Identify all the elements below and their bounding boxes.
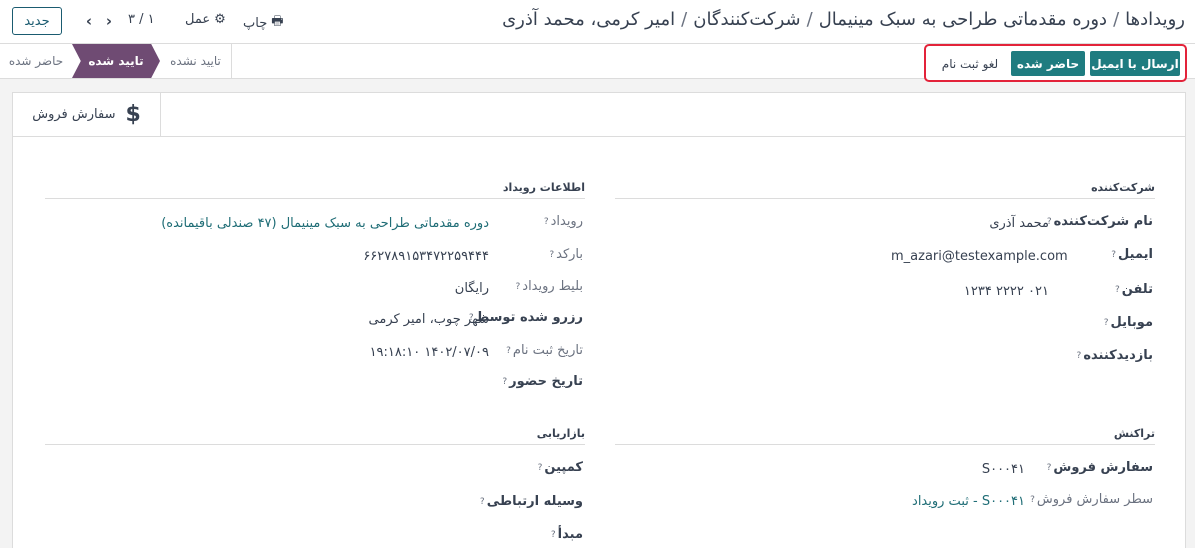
action-menu-button[interactable]: عمل ⚙ — [185, 12, 226, 27]
action-label: عمل — [185, 12, 211, 27]
help-icon[interactable]: ? — [1111, 250, 1116, 260]
breadcrumb-current: امیر کرمی، محمد آذری — [502, 9, 676, 30]
breadcrumb-separator: / — [1113, 9, 1120, 30]
control-panel: جدید ‹ › ۳ / ۱ عمل ⚙ چاپ 🖶 رویدادها / دو… — [0, 0, 1195, 44]
help-icon[interactable]: ? — [544, 217, 549, 227]
visitor-label-row: بازدیدکننده? — [1077, 348, 1153, 363]
marketing-section-title: بازاریابی — [45, 427, 585, 445]
barcode-value: ۶۶۲۷۸۹۱۵۳۴۷۲۲۵۹۴۴۴ — [363, 249, 489, 264]
event-label: رویداد — [550, 214, 583, 229]
source-label: مبدأ — [557, 527, 583, 542]
email-label: ایمیل — [1118, 247, 1153, 262]
new-button[interactable]: جدید — [12, 7, 62, 35]
phone-label-row: تلفن? — [1115, 282, 1153, 297]
dollar-icon: $ — [125, 102, 141, 127]
stage-confirmed[interactable]: تایید شده — [72, 44, 160, 78]
print-menu-button[interactable]: چاپ 🖶 — [243, 12, 284, 34]
email-label-row: ایمیل? — [1111, 247, 1153, 262]
attendee-section-title: شرکت‌کننده — [615, 181, 1155, 199]
help-icon[interactable]: ? — [480, 497, 485, 507]
attendee-name-label-row: نام شرکت‌کننده? — [1047, 214, 1153, 229]
campaign-label: کمپین — [544, 460, 583, 475]
phone-value[interactable]: ۰۲۱ ۲۲۲۲ ۱۲۳۴ — [964, 284, 1049, 299]
print-label: چاپ — [243, 15, 268, 31]
form-sheet: سفارش فروش $ شرکت‌کننده نام شرکت‌کننده? … — [12, 92, 1186, 548]
stage-attended[interactable]: حاضر شده — [0, 44, 72, 78]
cancel-registration-button[interactable]: لغو ثبت نام — [934, 51, 1006, 76]
status-bar: حاضر شده تایید شده تایید نشده ارسال با ا… — [0, 44, 1195, 82]
email-value[interactable]: m_azari@testexample.com — [891, 249, 1068, 264]
help-icon[interactable]: ? — [502, 377, 507, 387]
help-icon[interactable]: ? — [1077, 351, 1082, 361]
sale-order-label: سفارش فروش — [1053, 460, 1153, 475]
phone-label: تلفن — [1121, 282, 1153, 297]
gear-icon: ⚙ — [214, 12, 226, 27]
ticket-label-row: بلیط رویداد? — [516, 279, 584, 294]
sale-line-label-row: سطر سفارش فروش? — [1030, 492, 1153, 507]
medium-label-row: وسیله ارتباطی? — [480, 494, 583, 509]
breadcrumb-separator: / — [681, 9, 688, 30]
help-icon[interactable]: ? — [551, 530, 556, 540]
booked-by-value[interactable]: شهر چوب، امیر کرمی — [369, 312, 489, 327]
help-icon[interactable]: ? — [506, 346, 511, 356]
smart-buttons-row — [161, 93, 1185, 137]
breadcrumb-separator: / — [806, 9, 813, 30]
reg-date-value: ۱۴۰۲/۰۷/۰۹ ۱۹:۱۸:۱۰ — [369, 345, 489, 360]
medium-label: وسیله ارتباطی — [486, 494, 583, 509]
barcode-label-row: بارکد? — [549, 247, 583, 262]
transaction-section-title: تراکنش — [615, 427, 1155, 445]
barcode-label: بارکد — [556, 247, 583, 262]
pager-previous-icon[interactable]: ‹ — [80, 10, 98, 32]
sale-order-value[interactable]: S۰۰۰۴۱ — [982, 462, 1025, 477]
mobile-label-row: موبایل? — [1104, 315, 1153, 330]
sale-line-label: سطر سفارش فروش — [1036, 492, 1153, 507]
breadcrumb-event[interactable]: دوره مقدماتی طراحی به سبک مینیمال — [819, 9, 1107, 30]
help-icon[interactable]: ? — [549, 250, 554, 260]
help-icon[interactable]: ? — [538, 463, 543, 473]
campaign-label-row: کمپین? — [538, 460, 583, 475]
stage-unconfirmed[interactable]: تایید نشده — [160, 44, 232, 78]
sale-order-smart-button[interactable]: سفارش فروش $ — [13, 93, 161, 137]
ticket-value: رایگان — [454, 281, 489, 296]
reg-date-label: تاریخ ثبت نام — [512, 343, 583, 358]
help-icon[interactable]: ? — [1115, 285, 1120, 295]
booked-by-label: رزرو شده توسط — [475, 310, 583, 325]
source-label-row: مبدأ? — [551, 527, 583, 542]
header-button-group: ارسال با ایمیل حاضر شده لغو ثبت نام — [924, 44, 1187, 82]
attend-date-label-row: تاریخ حضور? — [502, 374, 583, 389]
ticket-label: بلیط رویداد — [522, 279, 583, 294]
event-label-row: رویداد? — [544, 214, 583, 229]
breadcrumb-events[interactable]: رویدادها — [1125, 9, 1185, 30]
breadcrumb-attendees[interactable]: شرکت‌کنندگان — [693, 9, 800, 30]
help-icon[interactable]: ? — [1047, 463, 1052, 473]
mobile-label: موبایل — [1110, 315, 1153, 330]
smart-button-label: سفارش فروش — [32, 107, 116, 122]
sale-order-label-row: سفارش فروش? — [1047, 460, 1153, 475]
help-icon[interactable]: ? — [1104, 318, 1109, 328]
send-email-button[interactable]: ارسال با ایمیل — [1090, 51, 1180, 76]
printer-icon: 🖶 — [271, 14, 284, 29]
reg-date-label-row: تاریخ ثبت نام? — [506, 343, 583, 358]
pager-next-icon[interactable]: › — [100, 10, 118, 32]
sale-line-value[interactable]: S۰۰۰۴۱ - ثبت رویداد — [912, 494, 1025, 509]
attendee-name-value[interactable]: محمد آذری — [989, 216, 1049, 231]
help-icon[interactable]: ? — [1030, 495, 1035, 505]
pager-value[interactable]: ۳ / ۱ — [128, 12, 155, 27]
visitor-label: بازدیدکننده — [1083, 348, 1153, 363]
help-icon[interactable]: ? — [516, 282, 521, 292]
event-info-section-title: اطلاعات رویداد — [45, 181, 585, 199]
attend-date-label: تاریخ حضور — [509, 374, 583, 389]
breadcrumb: رویدادها / دوره مقدماتی طراحی به سبک مین… — [502, 9, 1185, 30]
event-value[interactable]: دوره مقدماتی طراحی به سبک مینیمال (۴۷ صن… — [161, 216, 489, 231]
attendee-name-label: نام شرکت‌کننده — [1053, 214, 1153, 229]
attended-button[interactable]: حاضر شده — [1011, 51, 1085, 76]
